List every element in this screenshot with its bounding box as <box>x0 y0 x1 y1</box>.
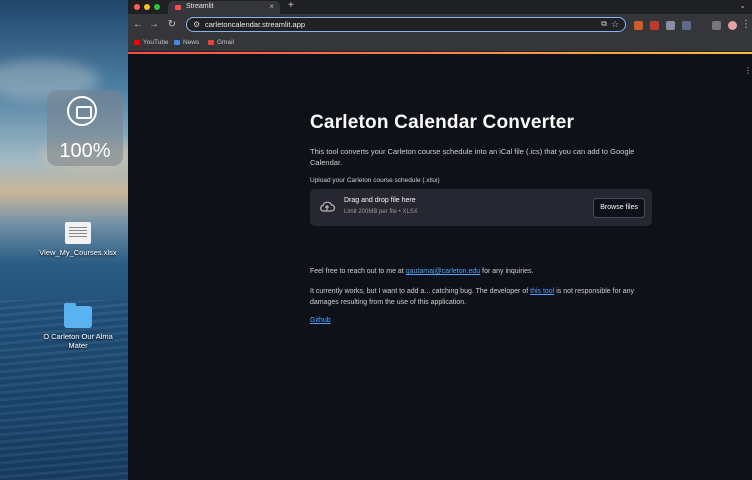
page-content: ⋮ Carleton Calendar Converter This tool … <box>128 54 752 480</box>
desktop-item-label: O Carleton Our Alma Mater <box>43 332 113 350</box>
new-tab-icon[interactable]: + <box>288 0 294 11</box>
contact-email-link[interactable]: gautamaj@carleton.edu <box>406 268 480 275</box>
extension-icon[interactable] <box>666 21 675 30</box>
tab-strip: Streamlit × + ⌄ <box>128 0 752 14</box>
page-title: Carleton Calendar Converter <box>310 112 575 133</box>
bookmark-gmail[interactable]: Gmail <box>208 39 234 46</box>
spreadsheet-file-icon <box>65 222 91 244</box>
desktop: 100% View_My_Courses.xlsx O Carleton Our… <box>0 0 128 480</box>
contact-paragraph: Feel free to reach out to me at gautamaj… <box>310 268 534 275</box>
folder-icon <box>64 303 92 328</box>
tab-streamlit[interactable]: Streamlit × <box>168 1 280 14</box>
streamlit-favicon-icon <box>175 5 181 10</box>
reload-icon[interactable]: ↻ <box>166 19 178 30</box>
extensions-puzzle-icon[interactable] <box>682 21 691 30</box>
extension-icon[interactable] <box>650 21 659 30</box>
youtube-icon <box>134 39 140 45</box>
forward-icon[interactable]: → <box>148 19 160 30</box>
minimize-window-icon[interactable] <box>144 4 150 10</box>
cloud-upload-icon <box>320 201 335 212</box>
bookmark-star-icon[interactable]: ☆ <box>611 19 619 30</box>
back-icon[interactable]: ← <box>132 19 144 30</box>
tab-title: Streamlit <box>186 3 214 10</box>
tab-search-icon[interactable]: ⌄ <box>739 1 746 10</box>
browser-menu-icon[interactable]: ⋮ <box>740 19 752 30</box>
tool-link[interactable]: this tool <box>530 288 554 295</box>
desktop-file-view-my-courses[interactable]: View_My_Courses.xlsx <box>33 222 123 257</box>
news-icon <box>174 39 180 45</box>
browser-window: Streamlit × + ⌄ ← → ↻ ⚙ carletoncalendar… <box>128 0 752 480</box>
dropzone-instruction: Drag and drop file here <box>344 197 416 204</box>
address-bar[interactable]: ⚙ carletoncalendar.streamlit.app ⧉ ☆ <box>186 17 626 32</box>
url-text: carletoncalendar.streamlit.app <box>205 20 306 29</box>
site-info-icon[interactable]: ⚙ <box>193 20 200 29</box>
dropzone-limit: Limit 200MB per file • XLSX <box>344 209 418 215</box>
bookmarks-bar: YouTube News Gmail <box>128 37 752 52</box>
file-dropzone[interactable]: Drag and drop file here Limit 200MB per … <box>310 189 652 226</box>
download-icon[interactable] <box>712 21 721 30</box>
hud-value: 100% <box>59 140 111 162</box>
github-link[interactable]: Github <box>310 317 331 324</box>
disclaimer-paragraph: It currently works, but I want to add a.… <box>310 288 635 306</box>
desktop-item-label: View_My_Courses.xlsx <box>39 248 117 257</box>
display-icon <box>67 96 97 126</box>
description-text: This tool converts your Carleton course … <box>310 147 635 167</box>
maximize-window-icon[interactable] <box>154 4 160 10</box>
tab-close-icon[interactable]: × <box>269 2 274 11</box>
extension-icon[interactable] <box>634 21 643 30</box>
upload-label: Upload your Carleton course schedule (.x… <box>310 177 440 184</box>
bookmark-youtube[interactable]: YouTube <box>134 39 169 46</box>
install-icon[interactable]: ⧉ <box>601 19 607 29</box>
desktop-folder-alma-mater[interactable]: O Carleton Our Alma Mater <box>33 303 123 350</box>
main-column: Carleton Calendar Converter This tool co… <box>310 112 652 327</box>
gmail-icon <box>208 39 214 45</box>
browse-files-button[interactable]: Browse files <box>593 198 645 218</box>
bookmark-news[interactable]: News <box>174 39 199 46</box>
close-window-icon[interactable] <box>134 4 140 10</box>
app-menu-icon[interactable]: ⋮ <box>744 66 752 75</box>
profile-avatar[interactable] <box>728 21 737 30</box>
brightness-hud: 100% <box>47 90 123 166</box>
browser-toolbar: ← → ↻ ⚙ carletoncalendar.streamlit.app ⧉… <box>128 14 752 37</box>
